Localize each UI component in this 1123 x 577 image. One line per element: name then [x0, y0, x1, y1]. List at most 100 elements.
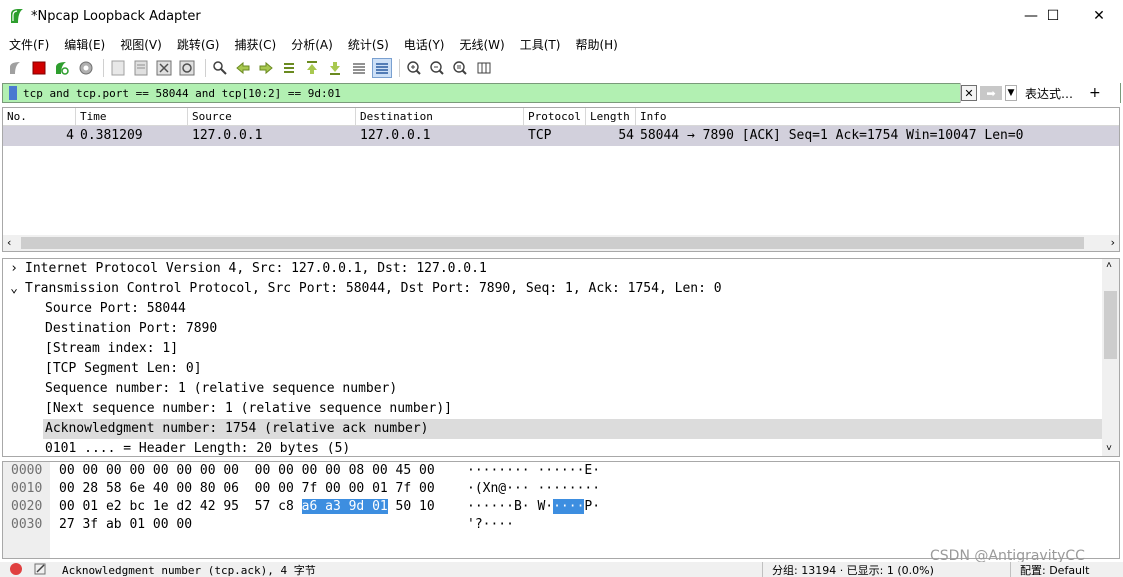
- add-filter-button[interactable]: +: [1089, 85, 1101, 101]
- options-icon[interactable]: [76, 58, 96, 78]
- menu-wireless[interactable]: 无线(W): [454, 36, 511, 53]
- cell-source: 127.0.0.1: [192, 128, 263, 143]
- autoscroll-icon[interactable]: [349, 58, 369, 78]
- status-separator: [762, 562, 763, 577]
- menu-bar: 文件(F) 编辑(E) 视图(V) 跳转(G) 捕获(C) 分析(A) 统计(S…: [0, 33, 1123, 55]
- resize-columns-icon[interactable]: [474, 58, 494, 78]
- offset-0000: 0000: [11, 463, 43, 478]
- scrollbar-thumb[interactable]: [1104, 291, 1117, 359]
- menu-tools[interactable]: 工具(T): [514, 36, 567, 53]
- window-title: *Npcap Loopback Adapter: [31, 8, 201, 24]
- find-icon[interactable]: [210, 58, 230, 78]
- shark-fin-icon[interactable]: [6, 58, 26, 78]
- hex-row[interactable]: 00 28 58 6e 40 00 80 06 00 00 7f 00 00 0…: [59, 480, 435, 498]
- tree-item-label: Transmission Control Protocol, Src Port:…: [25, 281, 722, 296]
- scroll-down-icon[interactable]: ˅: [1106, 443, 1112, 455]
- display-filter-input[interactable]: [23, 86, 1120, 100]
- column-header-protocol[interactable]: Protocol: [524, 108, 586, 125]
- save-icon[interactable]: [131, 58, 151, 78]
- hex-row[interactable]: 27 3f ab 01 00 00: [59, 516, 192, 534]
- close-file-icon[interactable]: [154, 58, 174, 78]
- packet-details-pane: › Internet Protocol Version 4, Src: 127.0…: [2, 258, 1120, 457]
- filter-history-dropdown-icon[interactable]: ▼: [1005, 85, 1017, 101]
- tree-field-ack-number-selected[interactable]: Acknowledgment number: 1754 (relative ac…: [43, 419, 1103, 439]
- menu-edit[interactable]: 编辑(E): [58, 36, 111, 53]
- cell-protocol: TCP: [528, 128, 552, 143]
- packet-list-pane: No. Time Source Destination Protocol Len…: [2, 107, 1120, 252]
- stop-icon[interactable]: [29, 58, 49, 78]
- ascii-row[interactable]: ·(Xn@··· ········: [467, 480, 600, 498]
- ascii-row[interactable]: ········ ······E·: [467, 462, 600, 480]
- expert-info-icon[interactable]: [9, 562, 23, 577]
- menu-go[interactable]: 跳转(G): [171, 36, 226, 53]
- expand-chevron-icon[interactable]: ›: [3, 259, 25, 279]
- clear-filter-icon[interactable]: ✕: [961, 85, 977, 101]
- first-packet-icon[interactable]: [302, 58, 322, 78]
- collapse-chevron-icon[interactable]: ⌄: [3, 279, 25, 299]
- scroll-left-icon[interactable]: ‹: [7, 235, 11, 251]
- zoom-out-icon[interactable]: [427, 58, 447, 78]
- apply-filter-icon[interactable]: ➡: [980, 86, 1002, 100]
- reload-icon[interactable]: [177, 58, 197, 78]
- last-packet-icon[interactable]: [325, 58, 345, 78]
- tree-item-tcp[interactable]: ⌄ Transmission Control Protocol, Src Port…: [3, 279, 1103, 299]
- packet-bytes-pane: 0000 0010 0020 0030 00 00 00 00 00 00 00…: [2, 461, 1120, 559]
- menu-telephony[interactable]: 电话(Y): [398, 36, 451, 53]
- packet-row[interactable]: 4 0.381209 127.0.0.1 127.0.0.1 TCP 54 58…: [3, 126, 1119, 146]
- tree-item-label: Internet Protocol Version 4, Src: 127.0.…: [25, 261, 487, 276]
- packet-list-horizontal-scrollbar[interactable]: ‹ ›: [3, 235, 1119, 251]
- tree-field-header-length[interactable]: 0101 .... = Header Length: 20 bytes (5): [45, 439, 350, 456]
- column-header-info[interactable]: Info: [636, 108, 1119, 125]
- menu-analyze[interactable]: 分析(A): [285, 36, 339, 53]
- hex-bytes: 00 01 e2 bc 1e d2 42 95 57 c8: [59, 499, 302, 514]
- menu-capture[interactable]: 捕获(C): [228, 36, 282, 53]
- tree-field-sequence-number[interactable]: Sequence number: 1 (relative sequence nu…: [45, 379, 397, 399]
- column-header-destination[interactable]: Destination: [356, 108, 524, 125]
- ascii-bytes: P·: [584, 499, 601, 514]
- edit-comment-icon[interactable]: [33, 562, 47, 577]
- menu-view[interactable]: 视图(V): [114, 36, 168, 53]
- hex-row[interactable]: 00 00 00 00 00 00 00 00 00 00 00 00 08 0…: [59, 462, 435, 480]
- menu-statistics[interactable]: 统计(S): [342, 36, 395, 53]
- tree-field-next-sequence-number[interactable]: [Next sequence number: 1 (relative seque…: [45, 399, 452, 419]
- ascii-row[interactable]: '?····: [467, 516, 514, 534]
- colorize-icon[interactable]: [371, 58, 392, 78]
- scroll-right-icon[interactable]: ›: [1111, 235, 1115, 251]
- tree-field-source-port[interactable]: Source Port: 58044: [45, 299, 186, 319]
- cell-length: 54: [618, 128, 634, 143]
- expression-button[interactable]: 表达式…: [1025, 85, 1073, 102]
- close-button[interactable]: ✕: [1076, 0, 1122, 32]
- column-header-time[interactable]: Time: [76, 108, 188, 125]
- bookmark-icon[interactable]: [9, 86, 17, 100]
- column-header-length[interactable]: Length: [586, 108, 636, 125]
- zoom-reset-icon[interactable]: [450, 58, 470, 78]
- profile-status[interactable]: 配置: Default: [1020, 562, 1089, 577]
- ascii-bytes: ······B· W·: [467, 499, 554, 514]
- forward-icon[interactable]: [256, 58, 276, 78]
- open-file-icon[interactable]: [108, 58, 128, 78]
- menu-help[interactable]: 帮助(H): [569, 36, 623, 53]
- cell-no: 4: [66, 128, 74, 143]
- hex-row[interactable]: 00 01 e2 bc 1e d2 42 95 57 c8 a6 a3 9d 0…: [59, 498, 435, 516]
- column-header-source[interactable]: Source: [188, 108, 356, 125]
- restart-icon[interactable]: [52, 58, 72, 78]
- tree-item-ipv4[interactable]: › Internet Protocol Version 4, Src: 127.0…: [3, 259, 1103, 279]
- maximize-button[interactable]: ☐: [1030, 0, 1076, 32]
- tree-field-destination-port[interactable]: Destination Port: 7890: [45, 319, 217, 339]
- details-vertical-scrollbar[interactable]: ˄ ˅: [1102, 259, 1119, 456]
- scrollbar-thumb[interactable]: [21, 237, 1084, 249]
- menu-file[interactable]: 文件(F): [3, 36, 55, 53]
- back-icon[interactable]: [233, 58, 253, 78]
- tree-field-stream-index[interactable]: [Stream index: 1]: [45, 339, 178, 359]
- tree-field-segment-len[interactable]: [TCP Segment Len: 0]: [45, 359, 202, 379]
- column-header-no[interactable]: No.: [3, 108, 76, 125]
- scroll-up-icon[interactable]: ˄: [1106, 260, 1112, 272]
- go-to-packet-icon[interactable]: [279, 58, 299, 78]
- cell-info: 58044 → 7890 [ACK] Seq=1 Ack=1754 Win=10…: [640, 128, 1024, 143]
- hex-bytes: 50 10: [387, 499, 435, 514]
- status-bar: Acknowledgment number (tcp.ack), 4 字节 分组…: [0, 562, 1123, 577]
- ascii-row[interactable]: ······B· W·····P·: [467, 498, 600, 516]
- zoom-in-icon[interactable]: [404, 58, 424, 78]
- wireshark-app-icon: [11, 9, 23, 23]
- filter-controls: ✕ ➡ ▼ 表达式… +: [960, 83, 1120, 103]
